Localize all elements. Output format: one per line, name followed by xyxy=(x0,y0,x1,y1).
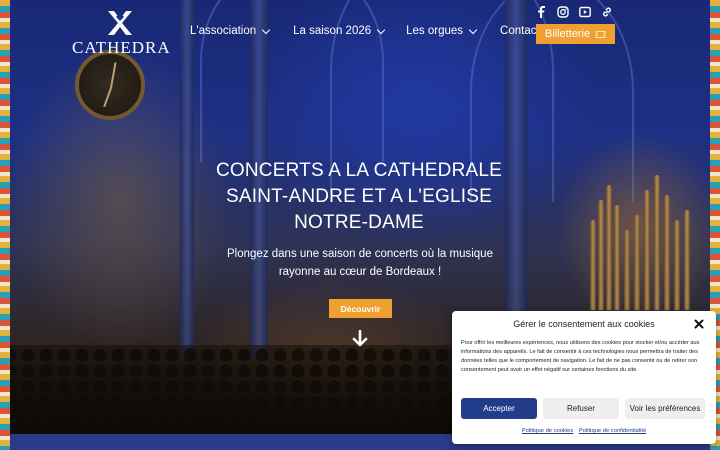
billetterie-label: Billetterie xyxy=(544,28,591,40)
discover-button[interactable]: Découvrir xyxy=(329,299,392,318)
arrow-down-icon[interactable] xyxy=(352,330,368,348)
social-links xyxy=(534,5,622,19)
billetterie-button[interactable]: Billetterie xyxy=(536,24,615,44)
logo-mark-icon xyxy=(108,11,132,35)
preferences-button[interactable]: Voir les préférences xyxy=(625,398,705,419)
youtube-icon[interactable] xyxy=(578,5,592,19)
privacy-policy-link[interactable]: Politique de confidentialité xyxy=(579,428,646,434)
hero-title-line: CONCERTS A LA CATHEDRALE xyxy=(215,160,502,181)
ticket-icon xyxy=(595,30,606,38)
main-nav: L'association La saison 2026 Les orgues … xyxy=(190,24,540,38)
consent-links: Politique de cookies Politique de confid… xyxy=(452,428,716,434)
chevron-down-icon xyxy=(468,25,478,34)
nav-item-saison[interactable]: La saison 2026 xyxy=(293,24,386,38)
consent-body: Pour offrir les meilleures expériences, … xyxy=(461,340,700,373)
nav-item-orgues[interactable]: Les orgues xyxy=(406,24,478,38)
hero-subtitle-line: Plongez dans une saison de concerts où l… xyxy=(227,248,493,260)
facebook-icon[interactable] xyxy=(534,5,548,19)
accept-button[interactable]: Accepter xyxy=(461,398,537,419)
nav-item-label: L'association xyxy=(190,25,257,37)
hero-title: CONCERTS A LA CATHEDRALE SAINT-ANDRE ET … xyxy=(200,158,518,236)
nav-item-association[interactable]: L'association xyxy=(190,24,271,38)
instagram-icon[interactable] xyxy=(556,5,570,19)
hero-subtitle: Plongez dans une saison de concerts où l… xyxy=(210,245,510,281)
nav-item-contact[interactable]: Contact xyxy=(500,24,540,38)
hero-subtitle-line: rayonne au cœur de Bordeaux ! xyxy=(278,266,442,278)
nav-item-label: La saison 2026 xyxy=(293,25,372,37)
consent-title: Gérer le consentement aux cookies xyxy=(513,319,655,329)
decorative-border-left xyxy=(0,0,10,450)
chevron-down-icon xyxy=(376,25,386,34)
refuse-button[interactable]: Refuser xyxy=(543,398,619,419)
nav-item-label: Contact xyxy=(500,25,540,37)
cookie-policy-link[interactable]: Politique de cookies xyxy=(522,428,574,434)
link-icon[interactable] xyxy=(600,5,614,19)
nav-item-label: Les orgues xyxy=(406,25,464,37)
logo-text: CATHEDRA xyxy=(72,38,171,57)
hero-title-line: SAINT-ANDRE ET A L'EGLISE xyxy=(226,186,492,207)
hero-title-line: NOTRE-DAME xyxy=(294,212,424,233)
close-icon[interactable] xyxy=(694,319,704,329)
site-logo[interactable]: CATHEDRA xyxy=(72,8,172,58)
chevron-down-icon xyxy=(261,25,271,34)
cookie-consent-dialog: Gérer le consentement aux cookies Pour o… xyxy=(452,311,716,444)
